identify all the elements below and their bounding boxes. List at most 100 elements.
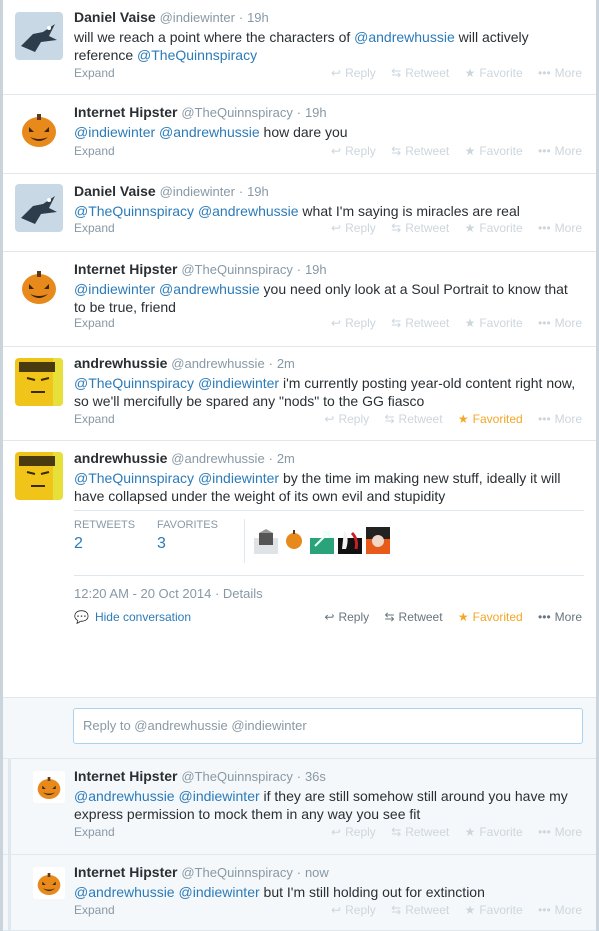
more-button[interactable]: ••• More bbox=[538, 144, 582, 158]
retweet-button[interactable]: ⇆ Retweet bbox=[384, 610, 442, 624]
tweet[interactable]: Internet Hipster @TheQuinnspiracy · now … bbox=[3, 855, 596, 931]
reply-button[interactable]: ↩ Reply bbox=[331, 316, 376, 330]
tweet[interactable]: Internet Hipster @TheQuinnspiracy · 36s … bbox=[3, 759, 596, 855]
more-button[interactable]: ••• More bbox=[538, 412, 582, 426]
mention-link[interactable]: @indiewinter bbox=[179, 884, 260, 900]
favoriter-avatar[interactable] bbox=[365, 527, 390, 554]
author-handle[interactable]: @andrewhussie bbox=[171, 451, 264, 466]
retweet-button[interactable]: ⇆ Retweet bbox=[391, 144, 449, 158]
expand-link[interactable]: Expand bbox=[74, 66, 115, 80]
expand-link[interactable]: Expand bbox=[74, 144, 115, 158]
author-name[interactable]: andrewhussie bbox=[74, 355, 167, 371]
author-handle[interactable]: @TheQuinnspiracy bbox=[181, 865, 292, 880]
mention-link[interactable]: @indiewinter bbox=[198, 470, 279, 486]
mention-link[interactable]: @TheQuinnspiracy bbox=[74, 375, 194, 391]
reply-button[interactable]: ↩ Reply bbox=[331, 66, 376, 80]
author-handle[interactable]: @indiewinter bbox=[160, 10, 235, 25]
expand-link[interactable]: Expand bbox=[74, 903, 115, 917]
tweet-time[interactable]: now bbox=[305, 865, 329, 880]
retweets-stat[interactable]: RETWEETS 2 bbox=[74, 519, 135, 553]
tweet-expanded[interactable]: andrewhussie @andrewhussie · 2m @TheQuin… bbox=[3, 441, 596, 698]
favoriter-avatar[interactable] bbox=[337, 531, 362, 554]
retweet-button[interactable]: ⇆ Retweet bbox=[391, 316, 449, 330]
favoriter-avatar[interactable] bbox=[309, 531, 334, 554]
more-button[interactable]: ••• More bbox=[538, 221, 582, 235]
author-handle[interactable]: @TheQuinnspiracy bbox=[181, 262, 292, 277]
tweet[interactable]: Internet Hipster @TheQuinnspiracy · 19h … bbox=[3, 252, 596, 347]
hide-conversation-link[interactable]: 💬 Hide conversation bbox=[74, 610, 191, 624]
avatar-andrewhussie[interactable] bbox=[15, 358, 63, 406]
author-name[interactable]: Internet Hipster bbox=[74, 864, 177, 880]
favorited-button[interactable]: ★ Favorited bbox=[458, 412, 523, 426]
mention-link[interactable]: @indiewinter bbox=[179, 788, 260, 804]
author-name[interactable]: Daniel Vaise bbox=[74, 183, 156, 199]
more-button[interactable]: ••• More bbox=[538, 610, 582, 624]
reply-button[interactable]: ↩ Reply bbox=[331, 825, 376, 839]
tweet[interactable]: Internet Hipster @TheQuinnspiracy · 19h … bbox=[3, 95, 596, 174]
retweet-button[interactable]: ⇆ Retweet bbox=[391, 903, 449, 917]
favoriter-avatar[interactable] bbox=[254, 529, 278, 554]
favoriter-avatar[interactable] bbox=[281, 530, 306, 554]
more-button[interactable]: ••• More bbox=[538, 903, 582, 917]
reply-button[interactable]: ↩ Reply bbox=[331, 144, 376, 158]
tweet[interactable]: Daniel Vaise @indiewinter · 19h will we … bbox=[3, 0, 596, 95]
tweet-time[interactable]: 19h bbox=[247, 184, 269, 199]
more-button[interactable]: ••• More bbox=[538, 66, 582, 80]
mention-link[interactable]: @andrewhussie bbox=[159, 281, 260, 297]
author-handle[interactable]: @TheQuinnspiracy bbox=[181, 769, 292, 784]
avatar-daniel-vaise[interactable] bbox=[15, 12, 63, 60]
author-name[interactable]: Internet Hipster bbox=[74, 261, 177, 277]
mention-link[interactable]: @andrewhussie bbox=[74, 788, 175, 804]
more-button[interactable]: ••• More bbox=[538, 316, 582, 330]
reply-button[interactable]: ↩ Reply bbox=[331, 221, 376, 235]
favorite-button[interactable]: ★ Favorite bbox=[465, 825, 523, 839]
avatar-internet-hipster[interactable] bbox=[33, 771, 65, 803]
expand-link[interactable]: Expand bbox=[74, 221, 115, 235]
tweet[interactable]: Daniel Vaise @indiewinter · 19h @TheQuin… bbox=[3, 174, 596, 252]
favorited-button[interactable]: ★ Favorited bbox=[458, 610, 523, 624]
reply-button[interactable]: ↩ Reply bbox=[331, 903, 376, 917]
tweet-time[interactable]: 2m bbox=[277, 356, 295, 371]
expand-link[interactable]: Expand bbox=[74, 412, 115, 426]
mention-link[interactable]: @andrewhussie bbox=[159, 124, 260, 140]
favorite-button[interactable]: ★ Favorite bbox=[465, 221, 523, 235]
favorites-stat[interactable]: FAVORITES 3 bbox=[157, 519, 218, 553]
favorite-button[interactable]: ★ Favorite bbox=[465, 903, 523, 917]
author-handle[interactable]: @andrewhussie bbox=[171, 356, 264, 371]
favorite-button[interactable]: ★ Favorite bbox=[465, 144, 523, 158]
retweet-button[interactable]: ⇆ Retweet bbox=[391, 825, 449, 839]
retweet-button[interactable]: ⇆ Retweet bbox=[391, 66, 449, 80]
favorite-button[interactable]: ★ Favorite bbox=[465, 316, 523, 330]
more-button[interactable]: ••• More bbox=[538, 825, 582, 839]
mention-link[interactable]: @TheQuinnspiracy bbox=[74, 470, 194, 486]
tweet-time[interactable]: 19h bbox=[247, 10, 269, 25]
details-link[interactable]: Details bbox=[223, 586, 263, 601]
reply-input[interactable]: Reply to @andrewhussie @indiewinter bbox=[73, 708, 583, 744]
reply-button[interactable]: ↩ Reply bbox=[324, 412, 369, 426]
reply-button[interactable]: ↩ Reply bbox=[324, 610, 369, 624]
mention-link[interactable]: @andrewhussie bbox=[74, 884, 175, 900]
author-name[interactable]: Internet Hipster bbox=[74, 768, 177, 784]
avatar-internet-hipster[interactable] bbox=[15, 262, 63, 310]
tweet-time[interactable]: 19h bbox=[305, 262, 327, 277]
avatar-andrewhussie[interactable] bbox=[15, 452, 63, 500]
mention-link[interactable]: @andrewhussie bbox=[198, 203, 299, 219]
mention-link[interactable]: @indiewinter bbox=[74, 124, 155, 140]
retweet-button[interactable]: ⇆ Retweet bbox=[391, 221, 449, 235]
expand-link[interactable]: Expand bbox=[74, 316, 115, 330]
author-name[interactable]: Daniel Vaise bbox=[74, 9, 156, 25]
mention-link[interactable]: @TheQuinnspiracy bbox=[137, 47, 257, 63]
tweet-time[interactable]: 19h bbox=[305, 105, 327, 120]
author-name[interactable]: Internet Hipster bbox=[74, 104, 177, 120]
favorite-button[interactable]: ★ Favorite bbox=[465, 66, 523, 80]
mention-link[interactable]: @TheQuinnspiracy bbox=[74, 203, 194, 219]
mention-link[interactable]: @andrewhussie bbox=[354, 29, 455, 45]
avatar-internet-hipster[interactable] bbox=[33, 867, 65, 899]
author-handle[interactable]: @TheQuinnspiracy bbox=[181, 105, 292, 120]
tweet-time[interactable]: 36s bbox=[305, 769, 326, 784]
retweet-button[interactable]: ⇆ Retweet bbox=[384, 412, 442, 426]
tweet-time[interactable]: 2m bbox=[277, 451, 295, 466]
mention-link[interactable]: @indiewinter bbox=[74, 281, 155, 297]
author-handle[interactable]: @indiewinter bbox=[160, 184, 235, 199]
avatar-internet-hipster[interactable] bbox=[15, 105, 63, 153]
